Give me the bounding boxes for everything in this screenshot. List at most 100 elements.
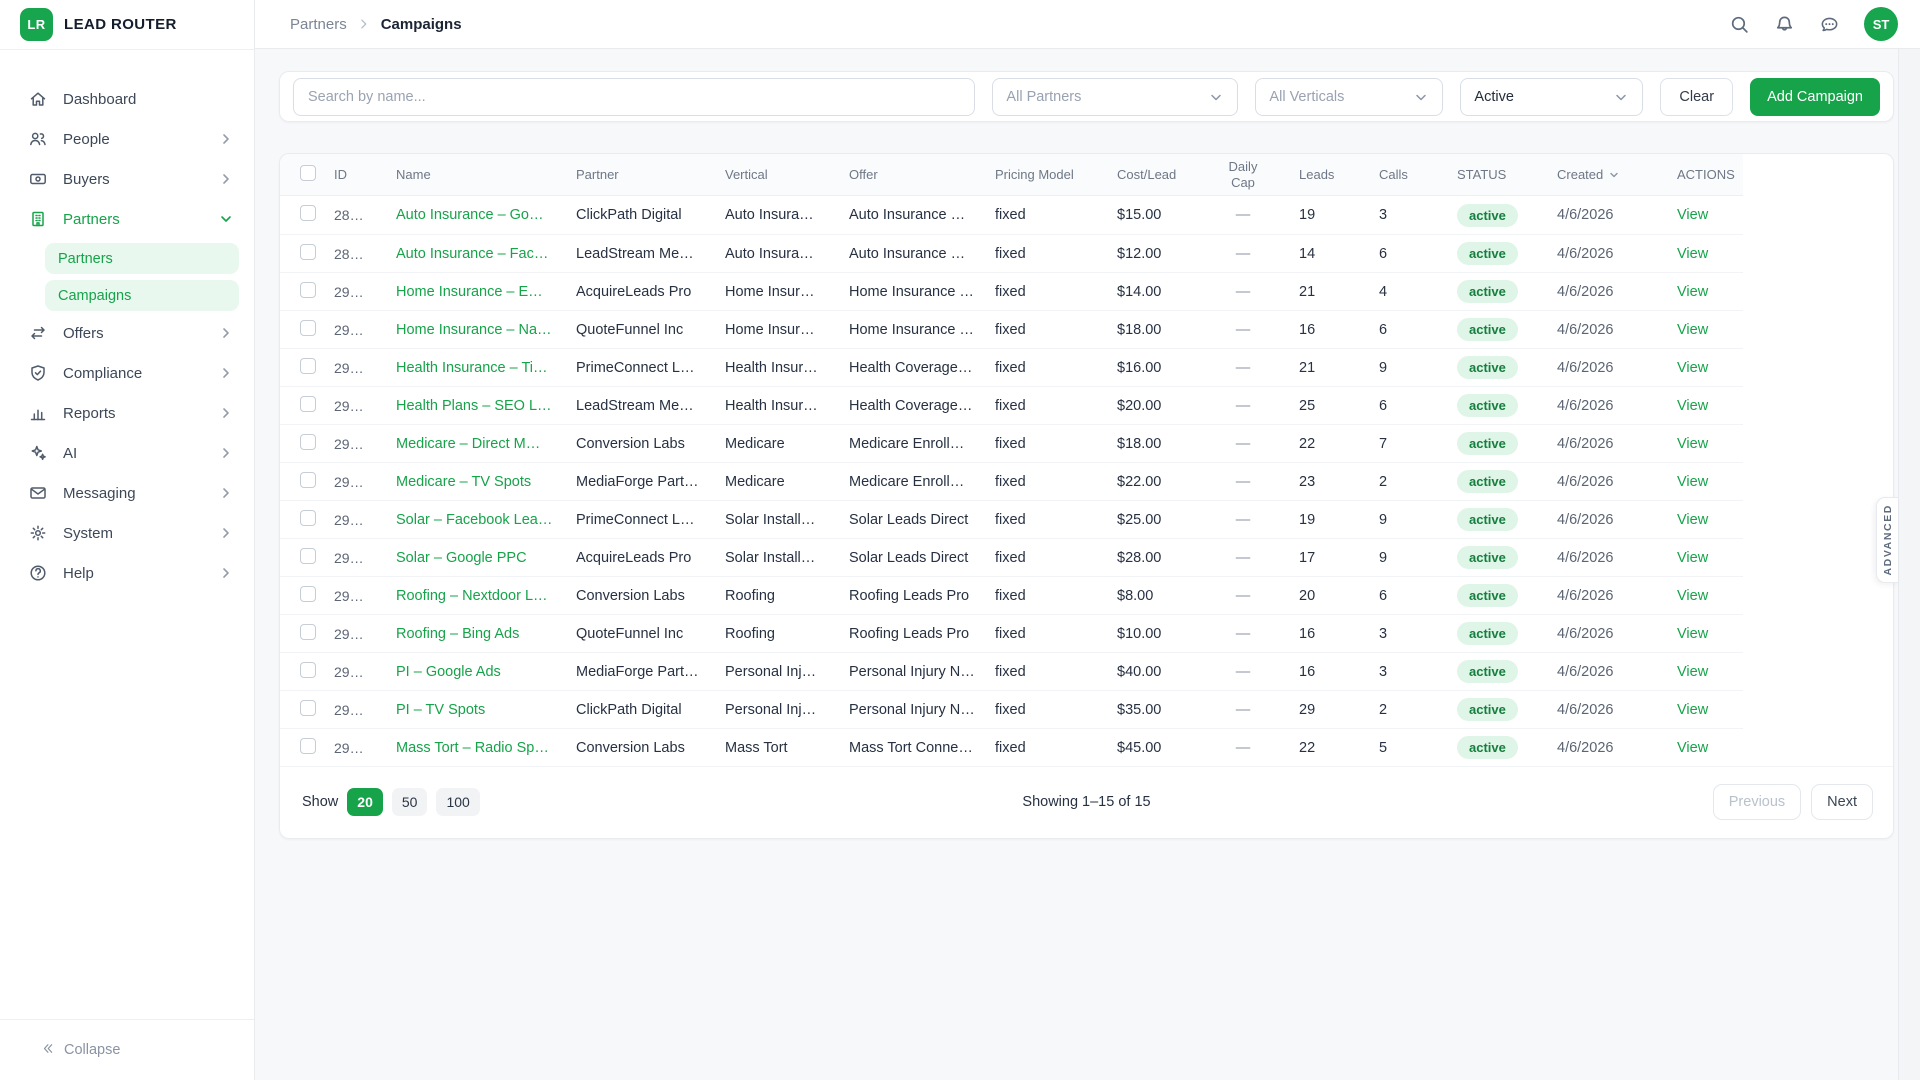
campaign-name-link[interactable]: Auto Insurance – Go… xyxy=(396,207,576,223)
search-input[interactable] xyxy=(293,78,975,116)
campaign-name-link[interactable]: Home Insurance – Na… xyxy=(396,322,576,338)
collapse-label: Collapse xyxy=(64,1042,120,1058)
sidebar-item-dashboard[interactable]: Dashboard xyxy=(0,79,254,119)
row-checkbox[interactable] xyxy=(300,434,316,450)
row-checkbox[interactable] xyxy=(300,662,316,678)
view-link[interactable]: View xyxy=(1677,436,1743,452)
campaign-name-link[interactable]: Medicare – TV Spots xyxy=(396,474,576,490)
home-icon xyxy=(28,89,48,109)
row-checkbox[interactable] xyxy=(300,205,316,221)
view-link[interactable]: View xyxy=(1677,360,1743,376)
row-checkbox[interactable] xyxy=(300,548,316,564)
view-link[interactable]: View xyxy=(1677,702,1743,718)
row-checkbox[interactable] xyxy=(300,244,316,260)
sidebar-item-messaging[interactable]: Messaging xyxy=(0,473,254,513)
view-link[interactable]: View xyxy=(1677,588,1743,604)
row-checkbox[interactable] xyxy=(300,282,316,298)
page-size-50[interactable]: 50 xyxy=(392,788,428,816)
status-filter-select[interactable]: Active xyxy=(1460,78,1643,116)
view-link[interactable]: View xyxy=(1677,740,1743,756)
cost-per-lead-cell: $25.00 xyxy=(1117,512,1187,528)
search-icon[interactable] xyxy=(1729,14,1750,35)
col-partner: Partner xyxy=(576,167,725,182)
created-cell: 4/6/2026 xyxy=(1557,246,1677,262)
next-button[interactable]: Next xyxy=(1811,784,1873,820)
sidebar-item-people[interactable]: People xyxy=(0,119,254,159)
collapse-button[interactable]: Collapse xyxy=(40,1041,120,1060)
row-checkbox[interactable] xyxy=(300,738,316,754)
status-badge: active xyxy=(1457,698,1518,721)
verticals-filter-select[interactable]: All Verticals xyxy=(1255,78,1443,116)
sidebar-item-help[interactable]: Help xyxy=(0,553,254,593)
row-checkbox[interactable] xyxy=(300,700,316,716)
sidebar-item-compliance[interactable]: Compliance xyxy=(0,353,254,393)
row-checkbox[interactable] xyxy=(300,624,316,640)
status-cell: active xyxy=(1457,356,1557,379)
campaign-name-link[interactable]: Roofing – Nextdoor L… xyxy=(396,588,576,604)
row-checkbox[interactable] xyxy=(300,472,316,488)
view-link[interactable]: View xyxy=(1677,512,1743,528)
partner-cell: ClickPath Digital xyxy=(576,702,725,718)
sidebar-subitem-campaigns[interactable]: Campaigns xyxy=(45,280,239,311)
status-cell: active xyxy=(1457,736,1557,759)
sidebar-item-offers[interactable]: Offers xyxy=(0,313,254,353)
advanced-panel-tab[interactable]: ADVANCED xyxy=(1876,497,1898,583)
row-checkbox[interactable] xyxy=(300,396,316,412)
breadcrumb-parent[interactable]: Partners xyxy=(290,16,347,33)
campaign-name-link[interactable]: Solar – Facebook Lea… xyxy=(396,512,576,528)
offer-cell: Roofing Leads Pro xyxy=(849,588,995,604)
view-link[interactable]: View xyxy=(1677,664,1743,680)
row-checkbox[interactable] xyxy=(300,510,316,526)
campaign-name-link[interactable]: Health Insurance – Ti… xyxy=(396,360,576,376)
campaign-name-link[interactable]: Mass Tort – Radio Sp… xyxy=(396,740,576,756)
sidebar-item-label: Help xyxy=(63,565,218,582)
view-link[interactable]: View xyxy=(1677,550,1743,566)
sidebar-item-label: System xyxy=(63,525,218,542)
campaign-name-link[interactable]: Medicare – Direct M… xyxy=(396,436,576,452)
view-link[interactable]: View xyxy=(1677,474,1743,490)
bell-icon[interactable] xyxy=(1774,14,1795,35)
campaign-name-link[interactable]: Roofing – Bing Ads xyxy=(396,626,576,642)
view-link[interactable]: View xyxy=(1677,207,1743,223)
daily-cap-cell: — xyxy=(1187,550,1299,566)
campaign-id: 29… xyxy=(334,360,396,376)
previous-button[interactable]: Previous xyxy=(1713,784,1801,820)
calls-cell: 6 xyxy=(1379,398,1457,414)
view-link[interactable]: View xyxy=(1677,284,1743,300)
avatar[interactable]: ST xyxy=(1864,7,1898,41)
campaign-name-link[interactable]: Auto Insurance – Fac… xyxy=(396,246,576,262)
row-checkbox-cell xyxy=(280,396,334,416)
campaign-name-link[interactable]: PI – TV Spots xyxy=(396,702,576,718)
calls-cell: 7 xyxy=(1379,436,1457,452)
campaign-name-link[interactable]: Home Insurance – E… xyxy=(396,284,576,300)
campaign-name-link[interactable]: PI – Google Ads xyxy=(396,664,576,680)
add-campaign-button[interactable]: Add Campaign xyxy=(1750,78,1880,116)
chat-icon[interactable] xyxy=(1819,14,1840,35)
col-created-sort[interactable]: Created xyxy=(1557,167,1677,182)
sidebar-item-partners[interactable]: Partners xyxy=(0,199,254,239)
chevron-right-icon xyxy=(218,325,234,341)
created-cell: 4/6/2026 xyxy=(1557,322,1677,338)
partners-filter-select[interactable]: All Partners xyxy=(992,78,1238,116)
row-checkbox[interactable] xyxy=(300,358,316,374)
pricing-model-cell: fixed xyxy=(995,360,1117,376)
verticals-filter-value: All Verticals xyxy=(1269,89,1344,105)
view-link[interactable]: View xyxy=(1677,246,1743,262)
sidebar-item-reports[interactable]: Reports xyxy=(0,393,254,433)
sidebar-subitem-partners[interactable]: Partners xyxy=(45,243,239,274)
view-link[interactable]: View xyxy=(1677,398,1743,414)
campaign-name-link[interactable]: Health Plans – SEO L… xyxy=(396,398,576,414)
sparkles-icon xyxy=(28,443,48,463)
view-link[interactable]: View xyxy=(1677,322,1743,338)
campaign-name-link[interactable]: Solar – Google PPC xyxy=(396,550,576,566)
row-checkbox[interactable] xyxy=(300,320,316,336)
clear-button[interactable]: Clear xyxy=(1660,78,1733,116)
sidebar-item-system[interactable]: System xyxy=(0,513,254,553)
sidebar-item-buyers[interactable]: Buyers xyxy=(0,159,254,199)
row-checkbox[interactable] xyxy=(300,586,316,602)
page-size-20[interactable]: 20 xyxy=(347,788,383,816)
view-link[interactable]: View xyxy=(1677,626,1743,642)
page-size-100[interactable]: 100 xyxy=(436,788,479,816)
sidebar-item-ai[interactable]: AI xyxy=(0,433,254,473)
select-all-checkbox[interactable] xyxy=(300,165,316,181)
